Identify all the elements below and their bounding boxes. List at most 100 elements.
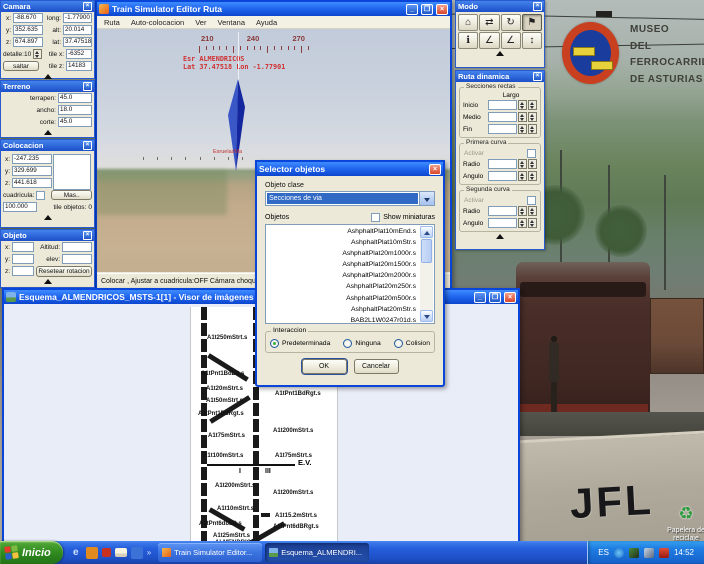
camera-z-input[interactable]: 674.897 <box>13 37 43 47</box>
maximize-button[interactable]: ❐ <box>489 292 501 303</box>
scrollbar[interactable] <box>420 226 433 322</box>
fin-input[interactable] <box>488 124 517 134</box>
radio-option[interactable]: Ninguna <box>343 339 380 348</box>
placement-y-input[interactable]: 329.699 <box>12 166 52 176</box>
object-z-input[interactable] <box>12 266 34 276</box>
cancel-button[interactable]: Cancelar <box>354 359 399 374</box>
taskbar-task-editor[interactable]: Train Simulator Editor... <box>158 543 262 562</box>
menu-ventana[interactable]: Ventana <box>217 18 245 27</box>
placement-z-input[interactable]: 441.618 <box>12 178 52 188</box>
radio-option[interactable]: Predeterminada <box>270 339 330 348</box>
spinner[interactable] <box>528 159 537 169</box>
ruta-dinamica-titlebar[interactable]: Ruta dinamica × <box>456 71 544 82</box>
activar-checkbox[interactable] <box>527 196 536 205</box>
rotate-object-icon[interactable]: ↻ <box>501 14 521 31</box>
tray-messenger-icon[interactable] <box>614 548 624 558</box>
drop-object-icon[interactable]: ⚑ <box>522 14 542 31</box>
spinner[interactable] <box>528 112 537 122</box>
corte-input[interactable]: 45.0 <box>58 117 92 127</box>
collapse-handle-icon[interactable] <box>496 51 504 56</box>
ancho-input[interactable]: 18.0 <box>58 105 92 115</box>
radio-colision-icon[interactable] <box>394 339 403 348</box>
saltar-button[interactable]: saltar <box>3 61 39 71</box>
object-listbox[interactable]: AshphaltPlat10mEnd.sAshphaltPlat10mStr.s… <box>265 224 435 324</box>
angulo-input[interactable] <box>488 171 517 181</box>
mas-button[interactable]: Mas.. <box>51 190 92 200</box>
show-miniaturas-checkbox[interactable] <box>371 213 380 222</box>
collapse-handle-icon[interactable] <box>44 130 52 135</box>
medio-input[interactable] <box>488 112 517 122</box>
close-icon[interactable]: × <box>83 141 92 150</box>
close-button[interactable]: × <box>504 292 516 303</box>
camera-lat-input[interactable]: 37.47518 <box>63 37 92 47</box>
terrain-slope-icon[interactable]: ∠ <box>479 32 499 49</box>
collapse-handle-icon[interactable] <box>44 74 52 79</box>
camara-titlebar[interactable]: Camara × <box>1 1 94 12</box>
ok-button[interactable]: OK <box>302 359 347 374</box>
spinner[interactable] <box>518 124 527 134</box>
tray-app-icon[interactable] <box>629 548 639 558</box>
spinner[interactable] <box>518 206 527 216</box>
maximize-button[interactable]: ❐ <box>421 4 433 15</box>
camera-y-input[interactable]: 352.635 <box>13 25 43 35</box>
move-object-icon[interactable]: ⇄ <box>479 14 499 31</box>
tray-security-icon[interactable] <box>659 548 669 558</box>
object-x-input[interactable] <box>12 242 34 252</box>
terrain-move-icon[interactable]: ↕ <box>522 32 542 49</box>
object-y-input[interactable] <box>12 254 34 264</box>
radio-predeterminada-icon[interactable] <box>270 339 279 348</box>
colocacion-titlebar[interactable]: Colocacion × <box>1 140 94 151</box>
internet-explorer-icon[interactable]: e <box>70 547 82 559</box>
camera-long-input[interactable]: -1.77900 <box>63 13 92 23</box>
language-indicator[interactable]: ES <box>598 548 609 557</box>
app-shortcut-icon[interactable] <box>131 547 143 559</box>
object-elev-input[interactable] <box>62 254 92 264</box>
inicio-input[interactable] <box>488 100 517 110</box>
menu-ruta[interactable]: Ruta <box>104 18 120 27</box>
collapse-handle-icon[interactable] <box>44 279 52 284</box>
collapse-handle-icon[interactable] <box>44 215 52 220</box>
menu-ayuda[interactable]: Ayuda <box>256 18 277 27</box>
spinner[interactable] <box>518 171 527 181</box>
object-list-item[interactable]: AshphaltPlat20m500r.s <box>267 293 419 304</box>
close-icon[interactable]: × <box>83 2 92 11</box>
spinner[interactable] <box>528 218 537 228</box>
spinner[interactable] <box>528 100 537 110</box>
object-list-item[interactable]: AshphaltPlat10mEnd.s <box>267 226 419 237</box>
object-list-item[interactable]: AshphaltPlat20m2000r.s <box>267 270 419 281</box>
recycle-bin-icon[interactable]: ♻ <box>674 502 698 526</box>
place-object-icon[interactable]: ⌂ <box>458 14 478 31</box>
tile-x-input[interactable]: -6352 <box>66 49 92 59</box>
scroll-down-icon[interactable] <box>420 310 433 322</box>
radio-option[interactable]: Colision <box>394 339 430 348</box>
close-icon[interactable]: × <box>533 72 542 81</box>
detail-spinner[interactable] <box>33 49 42 59</box>
object-list-item[interactable]: AshphaltPlat20mStr.s <box>267 304 419 315</box>
object-class-combobox[interactable]: Secciones de via <box>265 191 435 206</box>
reset-rotation-button[interactable]: Resetear rotacion <box>36 266 92 277</box>
activar-checkbox[interactable] <box>527 149 536 158</box>
editor-titlebar[interactable]: Train Simulator Editor Ruta _ ❐ × <box>97 2 450 16</box>
terrapen-input[interactable]: 45.0 <box>58 93 92 103</box>
object-list-item[interactable]: AshphaltPlat20m250r.s <box>267 281 419 292</box>
menu-auto-colocacion[interactable]: Auto-colocacion <box>131 18 184 27</box>
collapse-handle-icon[interactable] <box>496 234 504 239</box>
close-button[interactable]: × <box>429 164 441 175</box>
radio-ninguna-icon[interactable] <box>343 339 352 348</box>
tile-z-input[interactable]: 14183 <box>66 61 92 71</box>
app-shortcut-icon[interactable] <box>102 548 111 557</box>
quick-launch-overflow-icon[interactable]: » <box>147 548 151 557</box>
dialog-titlebar[interactable]: Selector objetos × <box>257 162 443 176</box>
radio-input[interactable] <box>488 206 517 216</box>
terrain-flatten-icon[interactable]: ∠ <box>501 32 521 49</box>
placement-x-input[interactable]: -247.235 <box>12 154 52 164</box>
objeto-titlebar[interactable]: Objeto × <box>1 230 94 241</box>
spinner[interactable] <box>518 100 527 110</box>
spinner[interactable] <box>528 206 537 216</box>
camera-alt-input[interactable]: 20.014 <box>63 25 92 35</box>
taskbar-task-viewer[interactable]: Esquema_ALMENDRI... <box>265 543 369 562</box>
close-button[interactable]: × <box>436 4 448 15</box>
scroll-thumb[interactable] <box>421 239 432 263</box>
close-icon[interactable]: × <box>83 82 92 91</box>
tray-volume-icon[interactable] <box>644 548 654 558</box>
